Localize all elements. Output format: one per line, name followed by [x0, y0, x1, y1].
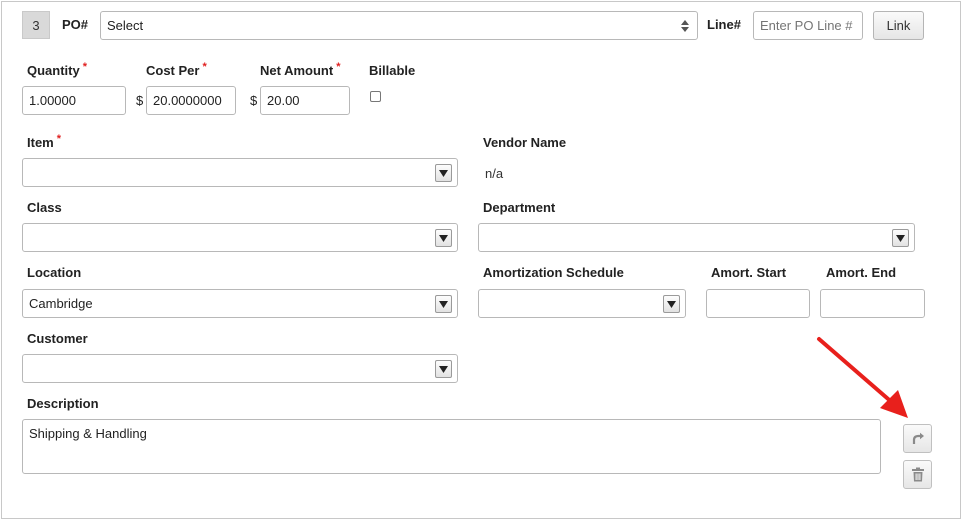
- chevron-down-icon[interactable]: [663, 295, 680, 313]
- department-label: Department: [483, 200, 556, 215]
- class-label: Class: [27, 200, 62, 215]
- po-label: PO#: [62, 17, 89, 32]
- trash-icon: [911, 467, 924, 482]
- net-amount-label: Net Amount *: [260, 61, 341, 78]
- quantity-label: Quantity *: [27, 61, 88, 78]
- description-label: Description: [27, 396, 99, 411]
- amortization-schedule-select[interactable]: [478, 289, 686, 318]
- chevron-down-icon[interactable]: [435, 164, 452, 182]
- required-marker: *: [202, 61, 207, 73]
- location-select-value: Cambridge: [29, 296, 93, 311]
- chevron-down-icon[interactable]: [435, 229, 452, 247]
- description-textarea[interactable]: Shipping & Handling: [22, 419, 881, 474]
- customer-label: Customer: [27, 331, 88, 346]
- vendor-name-label: Vendor Name: [483, 135, 567, 150]
- annotation-arrow-icon: [817, 337, 908, 418]
- billable-checkbox[interactable]: [370, 91, 381, 102]
- required-marker: *: [82, 61, 88, 73]
- net-amount-currency: $: [250, 93, 258, 108]
- customer-select[interactable]: [22, 354, 458, 383]
- po-select[interactable]: Select: [100, 11, 698, 40]
- delete-line-button[interactable]: [903, 460, 932, 489]
- link-button[interactable]: Link: [873, 11, 924, 40]
- quantity-input[interactable]: 1.00000: [22, 86, 126, 115]
- item-select[interactable]: [22, 158, 458, 187]
- vendor-name-value: n/a: [485, 166, 504, 181]
- net-amount-input[interactable]: 20.00: [260, 86, 350, 115]
- amort-start-label: Amort. Start: [711, 265, 787, 280]
- redo-icon: [912, 432, 924, 444]
- cost-per-currency: $: [136, 93, 144, 108]
- chevron-down-icon[interactable]: [435, 295, 452, 313]
- amort-end-label: Amort. End: [826, 265, 897, 280]
- location-select[interactable]: Cambridge: [22, 289, 458, 318]
- cost-per-input[interactable]: 20.0000000: [146, 86, 236, 115]
- amort-start-input[interactable]: [706, 289, 810, 318]
- department-select[interactable]: [478, 223, 915, 252]
- required-marker: *: [56, 133, 62, 145]
- location-label: Location: [27, 265, 82, 280]
- amort-end-input[interactable]: [820, 289, 925, 318]
- billable-label: Billable: [369, 63, 416, 78]
- class-select[interactable]: [22, 223, 458, 252]
- po-line-label: Line#: [707, 17, 741, 32]
- up-down-icon: [681, 20, 689, 32]
- required-marker: *: [336, 61, 341, 73]
- chevron-down-icon[interactable]: [435, 360, 452, 378]
- chevron-down-icon[interactable]: [892, 229, 909, 247]
- po-line-input[interactable]: [753, 11, 863, 40]
- item-label: Item *: [27, 133, 62, 150]
- amortization-schedule-label: Amortization Schedule: [483, 265, 624, 280]
- po-select-value: Select: [107, 18, 144, 33]
- line-number-badge: 3: [22, 11, 50, 39]
- cost-per-label: Cost Per *: [146, 61, 207, 78]
